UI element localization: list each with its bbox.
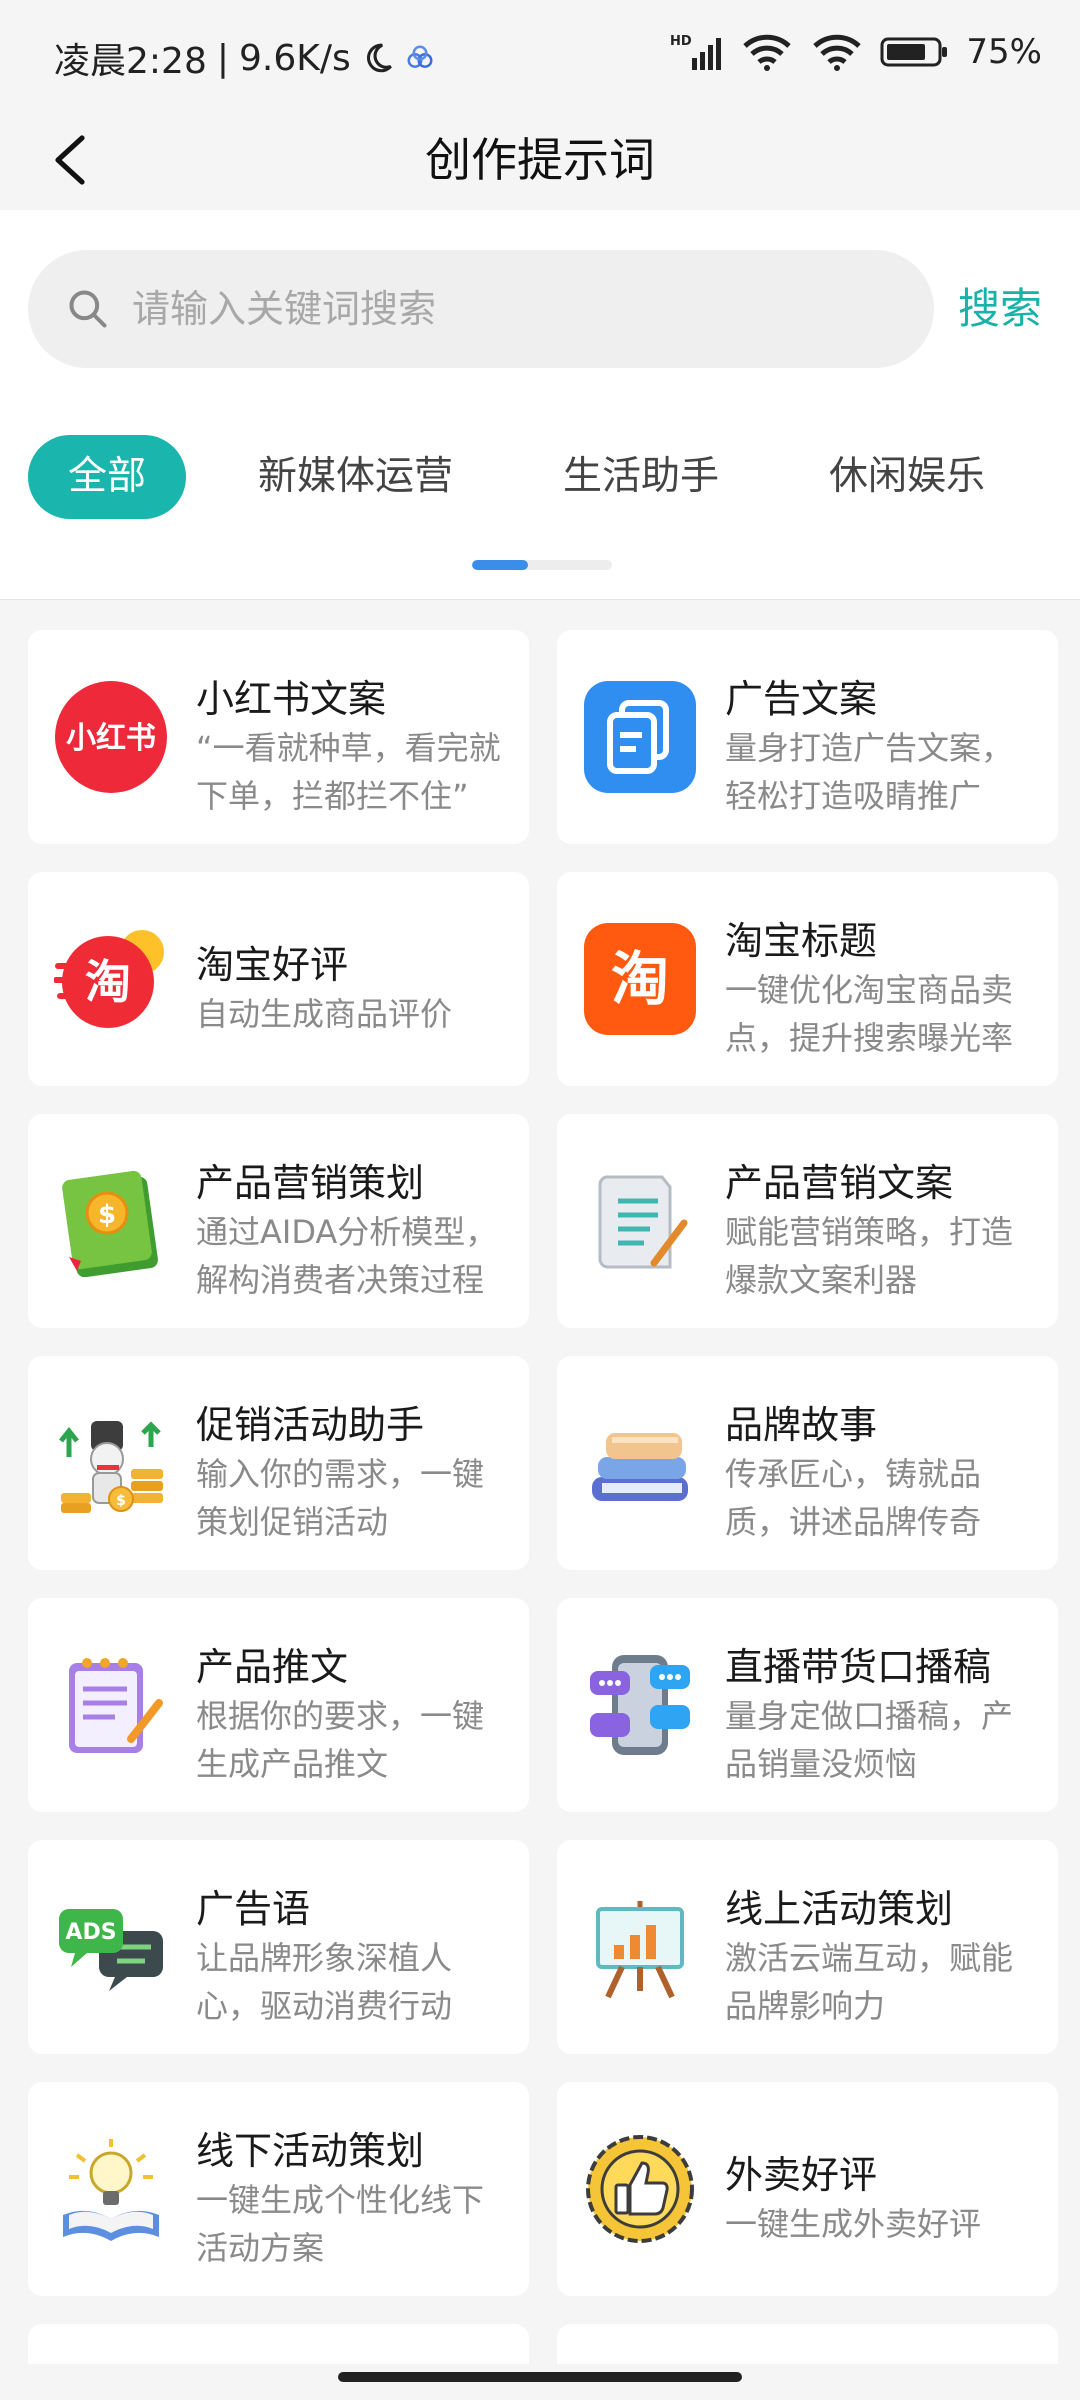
card-desc: 根据你的要求，一键生成产品推文 xyxy=(196,1697,485,1783)
card-desc: 激活云端互动，赋能品牌影响力 xyxy=(725,1939,1014,2025)
search-area: 搜索 全部 新媒体运营 生活助手 休闲娱乐 xyxy=(0,210,1080,600)
card-desc: 传承匠心，铸就品质，讲述品牌传奇 xyxy=(725,1455,982,1541)
card-desc: 量身定做口播稿，产品销量没烦恼 xyxy=(725,1697,1014,1783)
card-ad-copy[interactable]: 广告文案 量身打造广告文案，轻松打造吸睛推广 xyxy=(557,630,1058,844)
status-net-speed: 9.6K/s xyxy=(238,37,351,79)
card-desc: 通过AIDA分析模型，解构消费者决策过程 xyxy=(196,1213,498,1299)
lightbulb-book-icon xyxy=(54,2132,168,2246)
card-partial[interactable] xyxy=(28,2324,529,2364)
thumbs-up-badge-icon xyxy=(583,2132,697,2246)
search-input[interactable] xyxy=(132,287,892,331)
card-slogan[interactable]: ADS 广告语 让品牌形象深植人心，驱动消费行动 xyxy=(28,1840,529,2054)
tab-entertainment[interactable]: 休闲娱乐 xyxy=(791,435,1023,519)
card-desc: “一看就种草，看完就下单，拦都拦不住” xyxy=(196,729,501,815)
tab-new-media[interactable]: 新媒体运营 xyxy=(220,435,491,519)
svg-text:$: $ xyxy=(116,1493,126,1509)
tab-scroll-indicator xyxy=(472,560,612,570)
card-desc: 一键优化淘宝商品卖点，提升搜索曝光率 xyxy=(725,971,1014,1057)
wifi-icon xyxy=(813,34,862,71)
divider xyxy=(0,599,1080,600)
taobao-icon: 淘 xyxy=(54,922,168,1036)
card-takeaway-review[interactable]: 外卖好评 一键生成外卖好评 xyxy=(557,2082,1058,2296)
app-icon xyxy=(407,45,433,68)
scroll-pen-icon xyxy=(583,1164,697,1278)
search-button[interactable]: 搜索 xyxy=(958,250,1042,368)
notepad-icon xyxy=(54,1648,168,1762)
category-tabs: 全部 新媒体运营 生活助手 休闲娱乐 xyxy=(28,435,1023,519)
card-brand-story[interactable]: 品牌故事 传承匠心，铸就品质，讲述品牌传奇 xyxy=(557,1356,1058,1570)
home-indicator[interactable] xyxy=(338,2372,742,2382)
back-button[interactable] xyxy=(30,120,110,200)
card-title: 产品推文 xyxy=(196,1645,349,1689)
status-right: HD 75% xyxy=(670,32,1042,72)
card-title: 直播带货口播稿 xyxy=(725,1645,992,1689)
card-taobao-title[interactable]: 淘 淘宝标题 一键优化淘宝商品卖点，提升搜索曝光率 xyxy=(557,872,1058,1086)
tab-all[interactable]: 全部 xyxy=(28,435,187,519)
card-title: 小红书文案 xyxy=(196,677,387,721)
promotion-icon: $ xyxy=(54,1406,168,1520)
svg-text:ADS: ADS xyxy=(65,1920,116,1945)
nav-bar: 创作提示词 xyxy=(0,110,1080,210)
card-title: 线上活动策划 xyxy=(725,1887,954,1931)
ads-icon: ADS xyxy=(54,1890,168,2004)
status-time: 凌晨2:28 xyxy=(54,41,207,82)
xiaohongshu-icon: 小红书 xyxy=(54,680,168,794)
battery-icon xyxy=(880,37,948,67)
card-desc: 一键生成外卖好评 xyxy=(725,2205,982,2243)
card-online-event[interactable]: 线上活动策划 激活云端互动，赋能品牌影响力 xyxy=(557,1840,1058,2054)
card-title: 外卖好评 xyxy=(725,2153,878,2197)
card-title: 淘宝标题 xyxy=(725,919,878,963)
card-desc: 一键生成个性化线下活动方案 xyxy=(196,2181,485,2267)
search-box[interactable] xyxy=(28,250,934,368)
card-desc: 输入你的需求，一键策划促销活动 xyxy=(196,1455,485,1541)
card-live-script[interactable]: 直播带货口播稿 量身定做口播稿，产品销量没烦恼 xyxy=(557,1598,1058,1812)
card-product-copy[interactable]: 产品营销文案 赋能营销策略，打造爆款文案利器 xyxy=(557,1114,1058,1328)
card-desc: 赋能营销策略，打造爆款文案利器 xyxy=(725,1213,1014,1299)
card-product-post[interactable]: 产品推文 根据你的要求，一键生成产品推文 xyxy=(28,1598,529,1812)
easel-chart-icon xyxy=(583,1890,697,2004)
books-icon xyxy=(583,1406,697,1520)
card-title: 广告文案 xyxy=(725,677,878,721)
status-bar: 凌晨2:28 | 9.6K/s HD 75% xyxy=(0,0,1080,110)
svg-text:淘: 淘 xyxy=(611,945,669,1013)
card-taobao-review[interactable]: 淘 淘宝好评 自动生成商品评价 xyxy=(28,872,529,1086)
card-partial[interactable] xyxy=(557,2324,1058,2364)
money-book-icon: $ xyxy=(54,1164,168,1278)
phone-chat-icon xyxy=(583,1648,697,1762)
card-desc: 自动生成商品评价 xyxy=(196,995,453,1033)
card-desc: 量身打造广告文案，轻松打造吸睛推广 xyxy=(725,729,1014,815)
card-promotion-assistant[interactable]: $ 促销活动助手 输入你的需求，一键策划促销活动 xyxy=(28,1356,529,1570)
moon-icon xyxy=(366,43,392,73)
page-title: 创作提示词 xyxy=(425,133,655,187)
svg-text:淘: 淘 xyxy=(85,955,131,1009)
status-left: 凌晨2:28 | 9.6K/s xyxy=(54,32,435,84)
card-title: 广告语 xyxy=(196,1887,311,1931)
card-product-planning[interactable]: $ 产品营销策划 通过AIDA分析模型，解构消费者决策过程 xyxy=(28,1114,529,1328)
back-arrow-icon xyxy=(55,135,85,185)
status-separator: | xyxy=(216,37,229,79)
taobao-icon: 淘 xyxy=(583,922,697,1036)
card-title: 品牌故事 xyxy=(725,1403,878,1447)
card-xiaohongshu[interactable]: 小红书 小红书文案 “一看就种草，看完就下单，拦都拦不住” xyxy=(28,630,529,844)
search-icon xyxy=(69,290,107,328)
card-title: 线下活动策划 xyxy=(196,2129,425,2173)
svg-text:小红书: 小红书 xyxy=(66,721,156,756)
card-offline-event[interactable]: 线下活动策划 一键生成个性化线下活动方案 xyxy=(28,2082,529,2296)
card-desc: 让品牌形象深植人心，驱动消费行动 xyxy=(196,1939,453,2025)
svg-text:$: $ xyxy=(98,1200,116,1230)
wifi-icon xyxy=(743,34,792,71)
document-icon xyxy=(583,680,697,794)
card-title: 淘宝好评 xyxy=(196,943,349,987)
tab-life-assistant[interactable]: 生活助手 xyxy=(525,435,757,519)
card-title: 促销活动助手 xyxy=(196,1403,425,1447)
signal-icon: HD xyxy=(670,34,722,70)
signal-hd-label: HD xyxy=(670,34,692,49)
card-title: 产品营销文案 xyxy=(725,1161,954,1205)
battery-percent: 75% xyxy=(966,32,1042,72)
card-title: 产品营销策划 xyxy=(196,1161,425,1205)
tab-scroll-indicator-fill xyxy=(472,560,528,570)
